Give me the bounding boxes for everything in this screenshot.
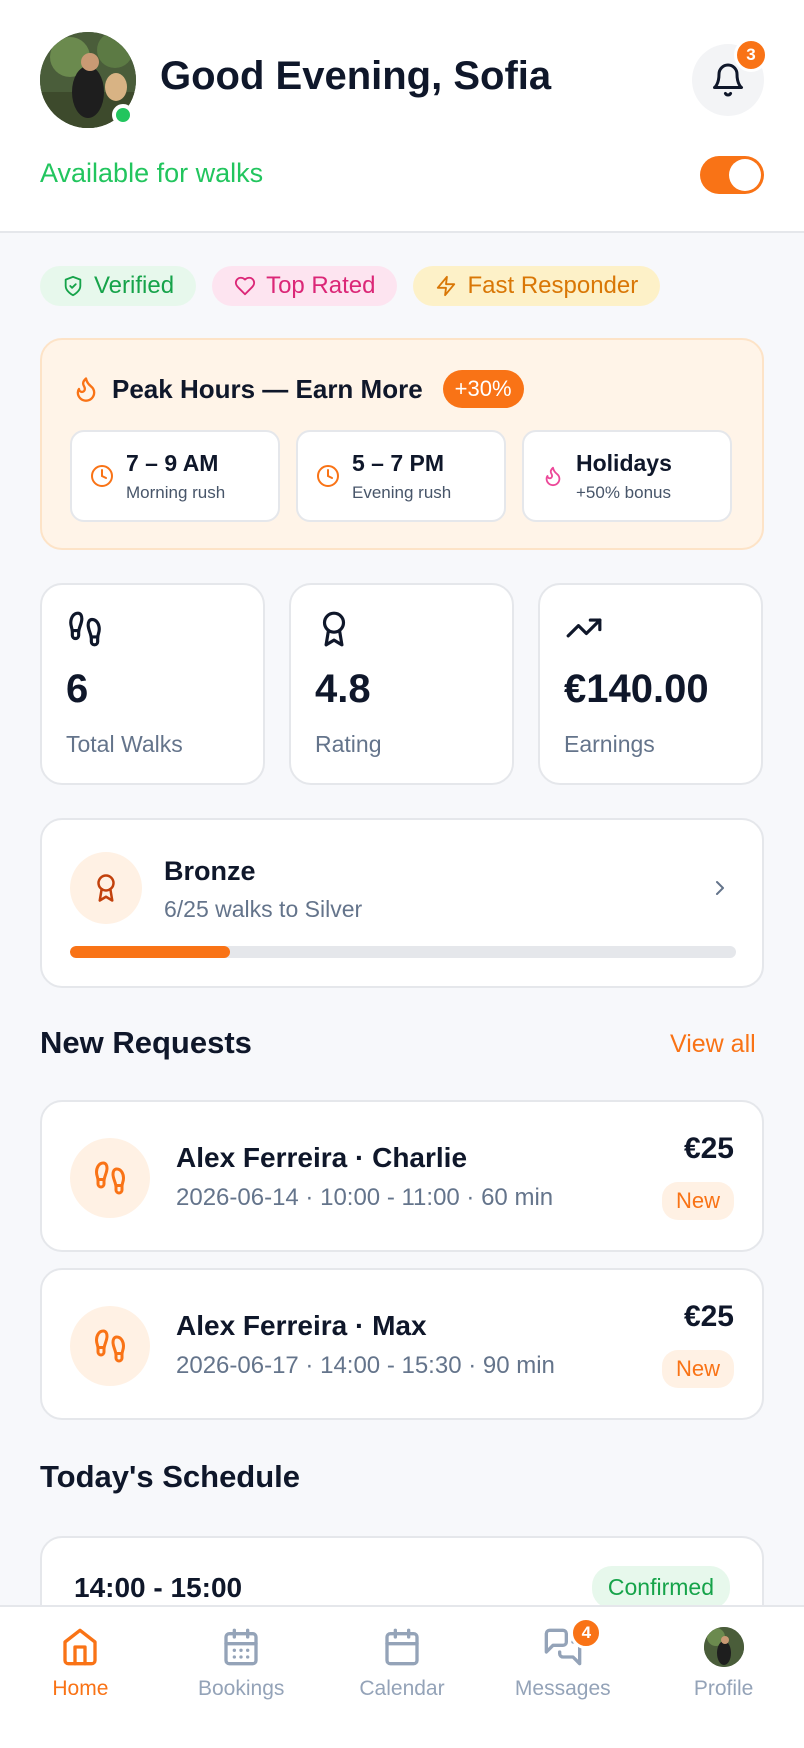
footprints-icon bbox=[94, 1161, 126, 1195]
slot-subtitle: Evening rush bbox=[352, 482, 452, 502]
flame-icon bbox=[76, 377, 96, 402]
header: Good Evening, Sofia 3 Available for walk… bbox=[0, 0, 804, 233]
nav-label: Profile bbox=[693, 1677, 754, 1700]
chevron-right-icon bbox=[716, 881, 724, 895]
award-icon bbox=[97, 874, 115, 902]
tier-progress-text: 6/25 walks to Silver bbox=[164, 896, 363, 922]
peak-slots: 7 – 9 AM Morning rush 5 – 7 PM Evening r… bbox=[70, 430, 732, 522]
nav-label: Bookings bbox=[198, 1677, 285, 1700]
stat-label: Rating bbox=[315, 731, 382, 757]
peak-hours-card: Peak Hours — Earn More +30% 7 – 9 AM Mor… bbox=[40, 338, 764, 550]
nav-item-bookings[interactable]: Bookings bbox=[161, 1607, 322, 1748]
greeting-title: Good Evening, Sofia bbox=[160, 54, 552, 98]
status-badge: Confirmed bbox=[591, 1566, 730, 1609]
slot-subtitle: Morning rush bbox=[126, 482, 226, 502]
availability-label: Available for walks bbox=[40, 158, 264, 188]
nav-item-messages[interactable]: Messages 4 bbox=[482, 1607, 643, 1748]
profile-badges: Verified Top Rated Fast Responder bbox=[40, 266, 661, 306]
avatar bbox=[703, 1627, 744, 1667]
stats-row: 6 Total Walks 4.8 Rating €140.00 Earning… bbox=[40, 583, 763, 785]
schedule-title: Today's Schedule bbox=[40, 1459, 301, 1494]
clock-icon bbox=[91, 465, 113, 487]
request-title: Alex Ferreira · Charlie bbox=[176, 1142, 468, 1173]
status-badge: New bbox=[661, 1350, 734, 1388]
request-icon bbox=[70, 1138, 150, 1218]
request-icon bbox=[70, 1306, 150, 1386]
tier-progress-fill bbox=[70, 946, 230, 958]
online-status-dot bbox=[112, 104, 134, 126]
slot-time: Holidays bbox=[576, 449, 672, 476]
peak-hours-header: Peak Hours — Earn More +30% bbox=[72, 370, 524, 408]
slot-time: 5 – 7 PM bbox=[352, 449, 445, 476]
tier-progress-card[interactable]: Bronze 6/25 walks to Silver bbox=[40, 818, 764, 988]
nav-label: Home bbox=[52, 1677, 109, 1700]
tier-progress-bar bbox=[70, 946, 736, 958]
stat-total-walks: 6 Total Walks bbox=[40, 583, 265, 785]
lightning-icon bbox=[437, 275, 456, 297]
stat-label: Earnings bbox=[564, 731, 655, 757]
messages-count-badge: 4 bbox=[570, 1617, 603, 1649]
request-card[interactable]: Alex Ferreira · Max 2026-06-17 · 14:00 -… bbox=[40, 1268, 764, 1420]
footprints-icon bbox=[69, 611, 101, 647]
view-all-link[interactable]: View all bbox=[670, 1030, 756, 1059]
nav-item-calendar[interactable]: Calendar bbox=[322, 1607, 483, 1748]
footprints-icon bbox=[94, 1329, 126, 1363]
availability-toggle[interactable] bbox=[700, 156, 764, 194]
peak-bonus-badge: +30% bbox=[442, 370, 524, 408]
user-avatar[interactable] bbox=[40, 32, 136, 128]
request-price: €25 bbox=[683, 1132, 734, 1165]
badge-top-rated: Top Rated bbox=[212, 266, 398, 306]
slot-subtitle: +50% bonus bbox=[576, 482, 671, 502]
status-badge: New bbox=[661, 1182, 734, 1220]
peak-slot-holidays: Holidays +50% bonus bbox=[522, 430, 732, 522]
stat-label: Total Walks bbox=[66, 731, 183, 757]
request-title: Alex Ferreira · Max bbox=[176, 1310, 427, 1341]
nav-label: Calendar bbox=[359, 1677, 445, 1700]
bottom-nav: Home Bookings Calendar Messages 4 Profil… bbox=[0, 1605, 804, 1748]
new-requests-title: New Requests bbox=[40, 1025, 252, 1060]
badge-verified: Verified bbox=[40, 266, 197, 306]
shield-check-icon bbox=[64, 275, 82, 297]
request-card[interactable]: Alex Ferreira · Charlie 2026-06-14 · 10:… bbox=[40, 1100, 764, 1252]
peak-hours-title: Peak Hours — Earn More bbox=[112, 373, 423, 404]
stat-value: €140.00 bbox=[564, 667, 709, 711]
stat-rating: 4.8 Rating bbox=[289, 583, 514, 785]
tier-name: Bronze bbox=[164, 856, 256, 886]
nav-item-profile[interactable]: Profile bbox=[643, 1607, 804, 1748]
peak-slot-morning: 7 – 9 AM Morning rush bbox=[70, 430, 280, 522]
toggle-knob bbox=[729, 159, 761, 191]
tier-badge bbox=[70, 852, 142, 924]
badge-label: Top Rated bbox=[266, 272, 376, 299]
trending-up-icon bbox=[566, 618, 602, 638]
badge-fast-responder: Fast Responder bbox=[413, 266, 661, 306]
peak-slot-evening: 5 – 7 PM Evening rush bbox=[296, 430, 506, 522]
clock-icon bbox=[317, 465, 339, 487]
heart-icon bbox=[234, 276, 256, 296]
stat-earnings: €140.00 Earnings bbox=[538, 583, 763, 785]
award-icon bbox=[322, 611, 346, 647]
home-icon bbox=[63, 1628, 98, 1666]
nav-item-home[interactable]: Home bbox=[0, 1607, 161, 1748]
request-price: €25 bbox=[683, 1300, 734, 1333]
calendar-grid-icon bbox=[224, 1628, 258, 1666]
schedule-time: 14:00 - 15:00 bbox=[74, 1572, 243, 1603]
stat-value: 6 bbox=[66, 667, 89, 711]
request-details: 2026-06-14 · 10:00 - 11:00 · 60 min bbox=[176, 1184, 554, 1211]
calendar-icon bbox=[385, 1628, 419, 1666]
badge-label: Verified bbox=[94, 272, 175, 299]
nav-label: Messages bbox=[514, 1677, 611, 1700]
stat-value: 4.8 bbox=[315, 667, 371, 711]
request-details: 2026-06-17 · 14:00 - 15:30 · 90 min bbox=[176, 1352, 555, 1379]
notification-count-badge: 3 bbox=[734, 38, 768, 72]
slot-time: 7 – 9 AM bbox=[126, 449, 219, 476]
badge-label: Fast Responder bbox=[467, 272, 639, 299]
flame-icon bbox=[545, 466, 561, 487]
